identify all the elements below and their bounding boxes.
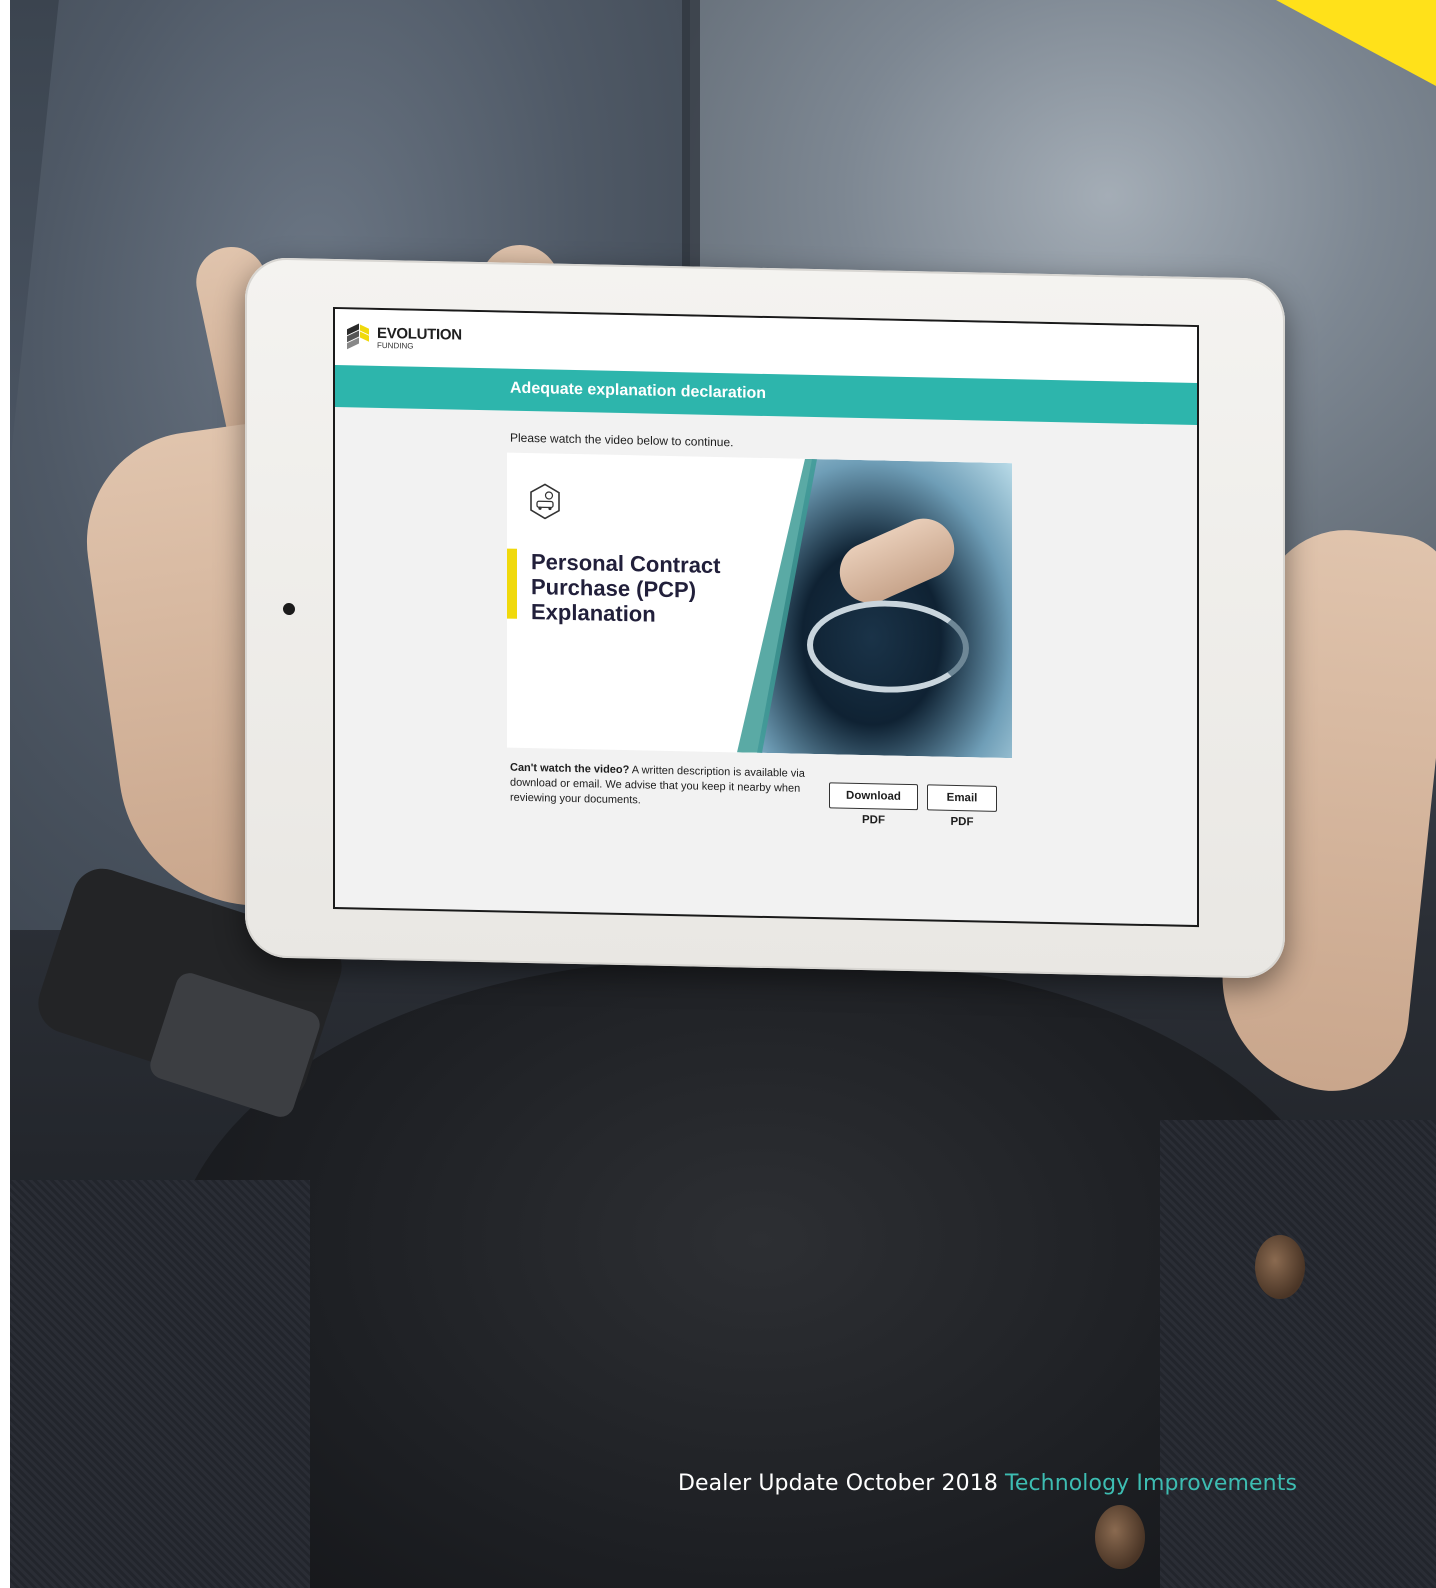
tablet-screen: EVOLUTION FUNDING Adequate explanation d… (333, 306, 1199, 928)
caption-accent: Technology Improvements (1005, 1471, 1298, 1496)
logo-text: EVOLUTION FUNDING (377, 324, 462, 352)
cardigan-button (1255, 1235, 1305, 1299)
tablet: EVOLUTION FUNDING Adequate explanation d… (245, 257, 1285, 979)
video-title-accent-bar (507, 548, 517, 619)
page-title: Adequate explanation declaration (510, 379, 767, 403)
email-pdf-button[interactable]: Email PDF (927, 784, 997, 828)
fallback-description: Can't watch the video? A written descrip… (510, 761, 815, 812)
instruction-text: Please watch the video below to continue… (510, 430, 734, 450)
cardigan-left (10, 1180, 310, 1588)
video-player[interactable]: Personal Contract Purchase (PCP) Explana… (507, 452, 1012, 759)
car-finance-hexagon-icon (530, 483, 560, 520)
download-pdf-button[interactable]: Download PDF (829, 782, 918, 827)
video-title-line: Explanation (531, 599, 656, 627)
yellow-corner-accent (1276, 0, 1436, 86)
logo-name: EVOLUTION (377, 324, 462, 344)
cardigan-button (1095, 1505, 1145, 1569)
logo-mark-icon (347, 323, 369, 350)
video-title: Personal Contract Purchase (PCP) Explana… (531, 549, 761, 629)
caption-main: Dealer Update October 2018 (678, 1471, 1006, 1496)
page-caption: Dealer Update October 2018 Technology Im… (678, 1471, 1297, 1496)
jeans-seam (682, 0, 700, 300)
tablet-home-button (283, 602, 295, 616)
fallback-lead: Can't watch the video? (510, 761, 630, 777)
evolution-funding-logo[interactable]: EVOLUTION FUNDING (347, 323, 462, 353)
cardigan-right (1160, 1120, 1436, 1588)
